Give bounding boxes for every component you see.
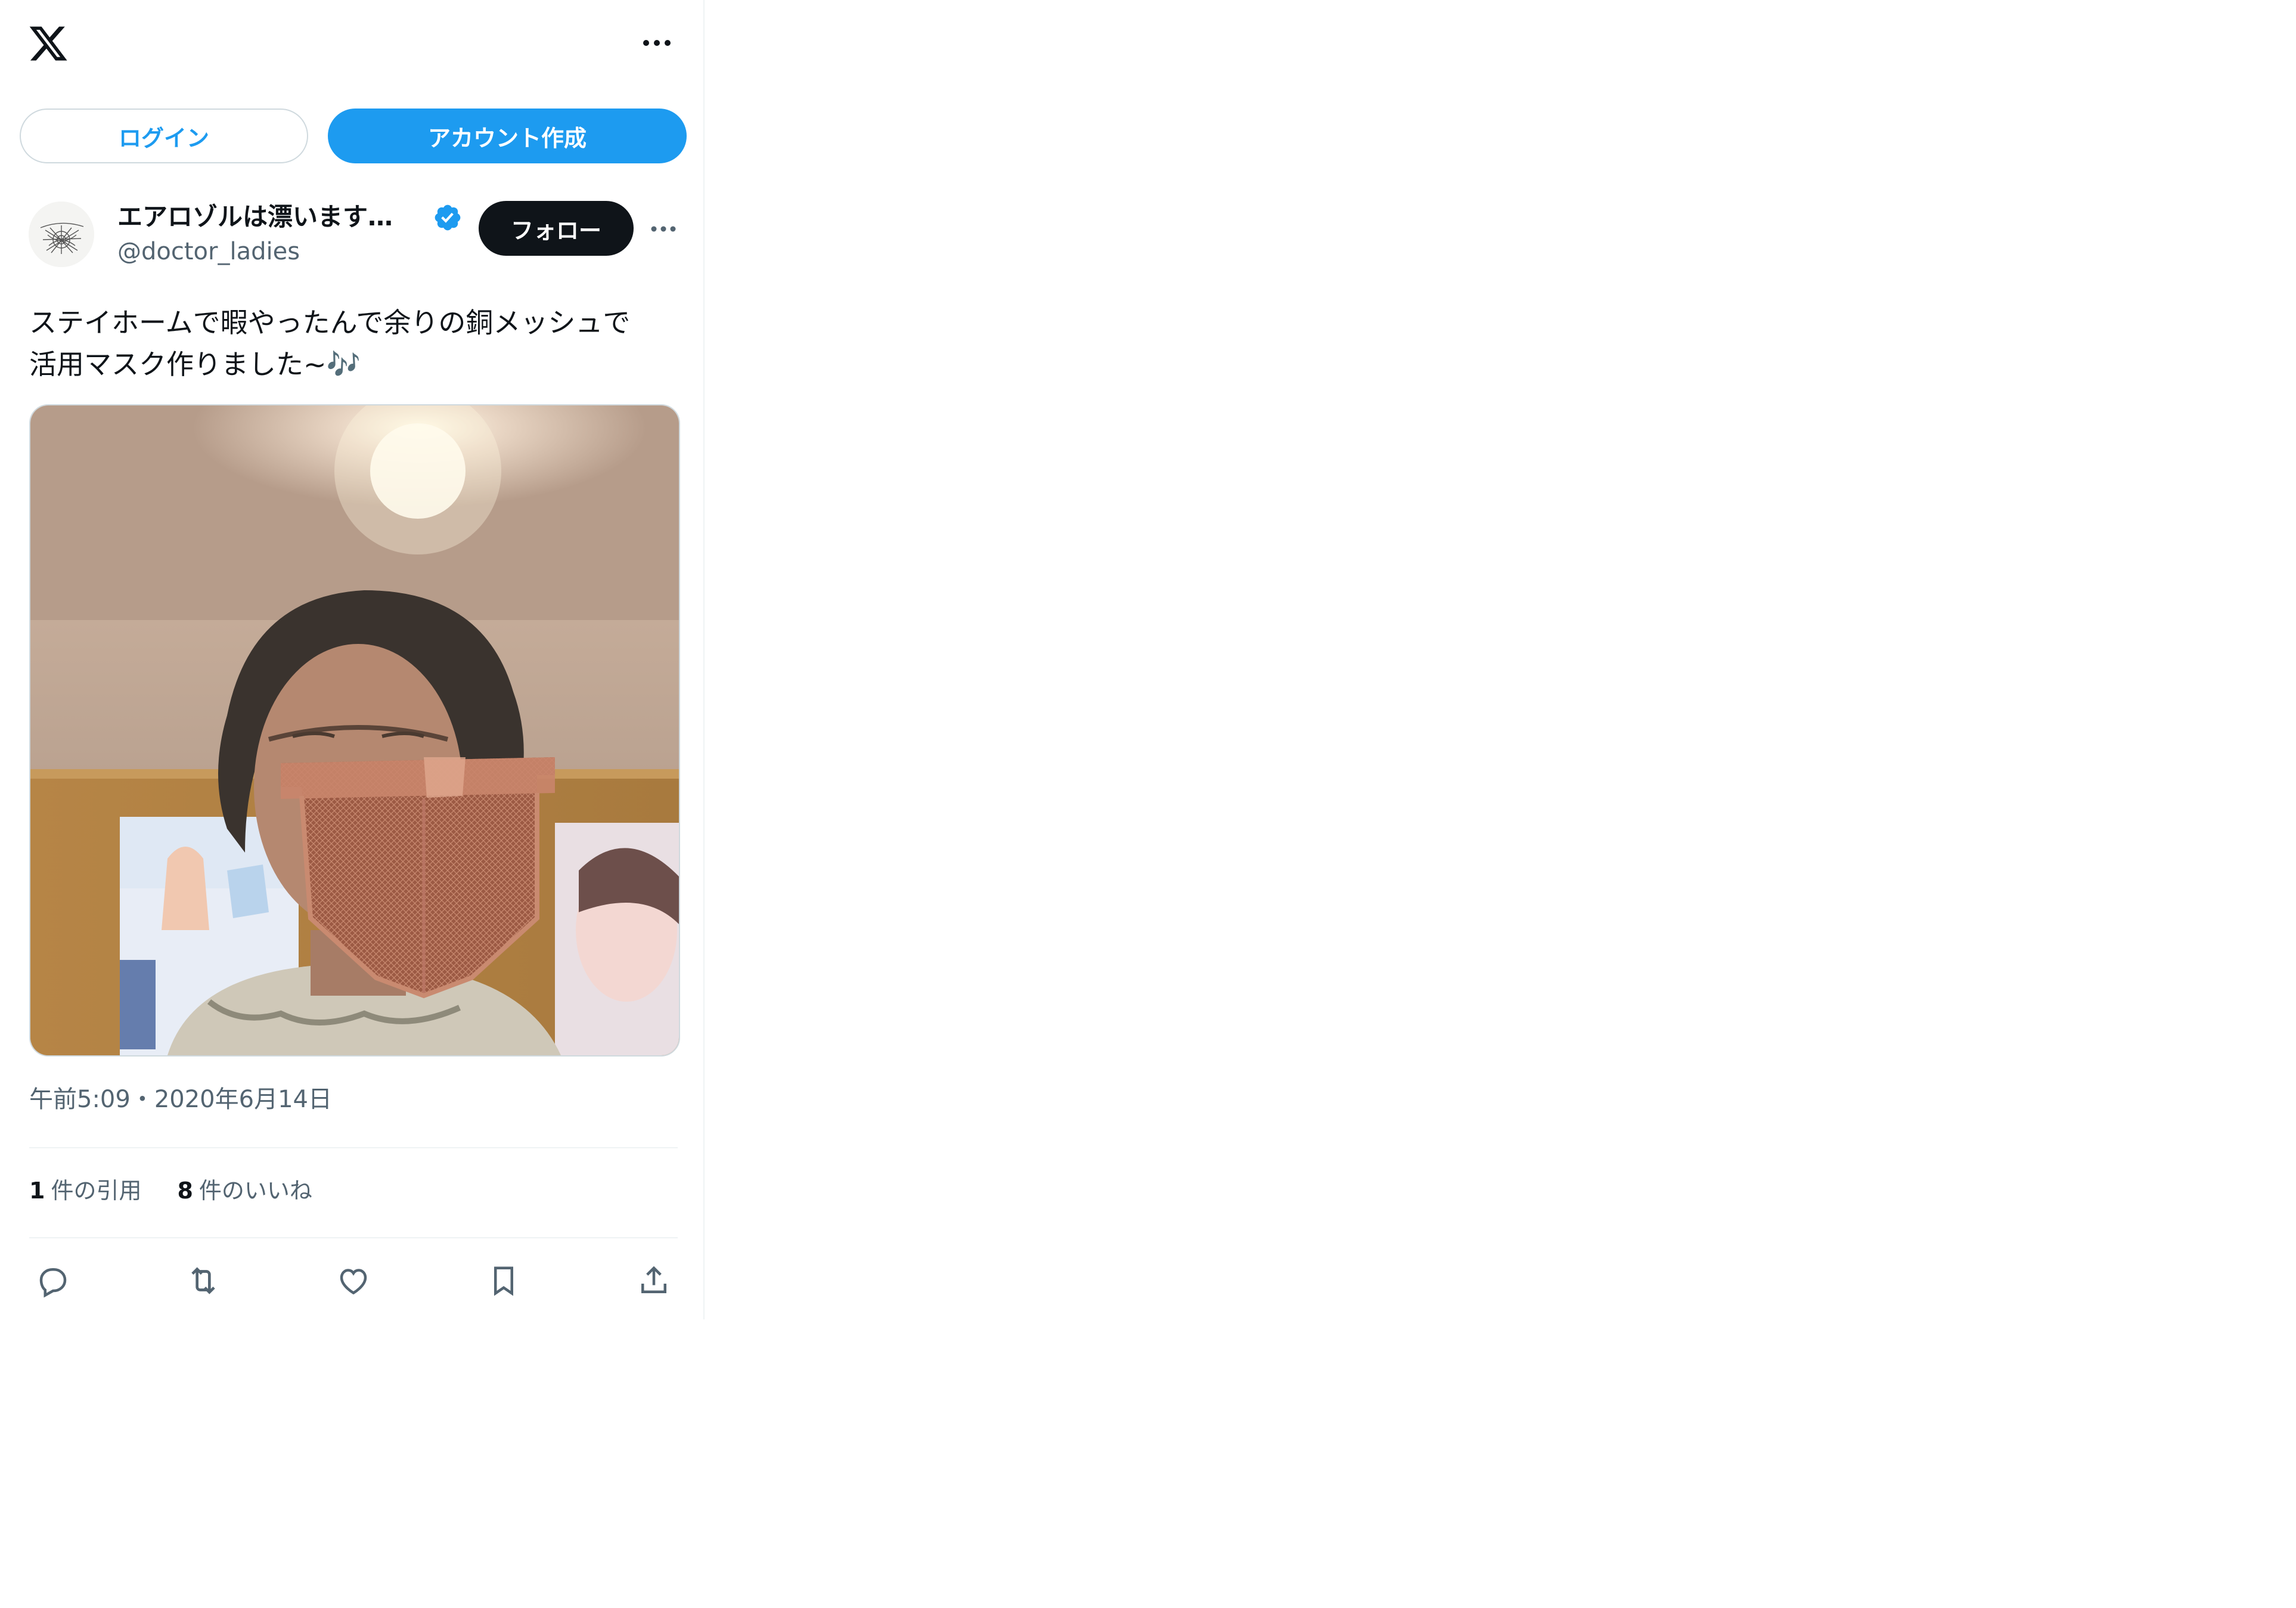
tweet-more-icon[interactable]: [647, 216, 680, 242]
divider: [29, 1237, 678, 1238]
music-notes-emoji: 🎶: [326, 348, 361, 380]
likes-label: 件のいいね: [198, 1178, 312, 1204]
likes-stat[interactable]: 8 件のいいね: [177, 1175, 312, 1207]
tweet-text-segment: 活用マスク作りました~: [29, 348, 327, 380]
tweet-text-line: ステイホームで暇やったんで余りの銅メッシュで: [29, 306, 631, 339]
tweet-text: ステイホームで暇やったんで余りの銅メッシュで 活用マスク作りました~🎶: [29, 302, 679, 385]
signup-button[interactable]: アカウント作成: [328, 109, 687, 163]
share-icon[interactable]: [630, 1257, 678, 1305]
reply-icon[interactable]: [29, 1257, 77, 1305]
avatar[interactable]: [29, 202, 94, 267]
divider: [29, 1147, 678, 1148]
tweet-actions: [29, 1257, 678, 1305]
more-options-icon[interactable]: [639, 30, 675, 56]
tweet-photo[interactable]: [29, 404, 680, 1056]
follow-button[interactable]: フォロー: [479, 201, 634, 256]
auth-buttons: ログイン アカウント作成: [20, 109, 687, 163]
likes-count: 8: [177, 1178, 193, 1204]
tweet-timestamp[interactable]: 午前5:09・2020年6月14日: [29, 1083, 332, 1116]
tweet-page: ログイン アカウント作成 エアロゾルは漂います… @doctor_ladies …: [0, 0, 705, 1319]
quotes-label: 件の引用: [51, 1178, 142, 1204]
x-logo-icon[interactable]: [27, 23, 69, 64]
bookmark-icon[interactable]: [480, 1257, 528, 1305]
tweet-text-line: 活用マスク作りました~🎶: [29, 343, 679, 385]
verified-badge-icon: [433, 203, 463, 233]
author-display-name[interactable]: エアロゾルは漂います…: [117, 200, 427, 234]
repost-icon[interactable]: [179, 1257, 227, 1305]
quotes-count: 1: [29, 1178, 45, 1204]
quotes-stat[interactable]: 1 件の引用: [29, 1175, 141, 1207]
like-icon[interactable]: [330, 1257, 377, 1305]
tweet-stats: 1 件の引用 8 件のいいね: [29, 1175, 312, 1207]
author-handle[interactable]: @doctor_ladies: [117, 236, 300, 267]
login-button[interactable]: ログイン: [20, 109, 308, 163]
